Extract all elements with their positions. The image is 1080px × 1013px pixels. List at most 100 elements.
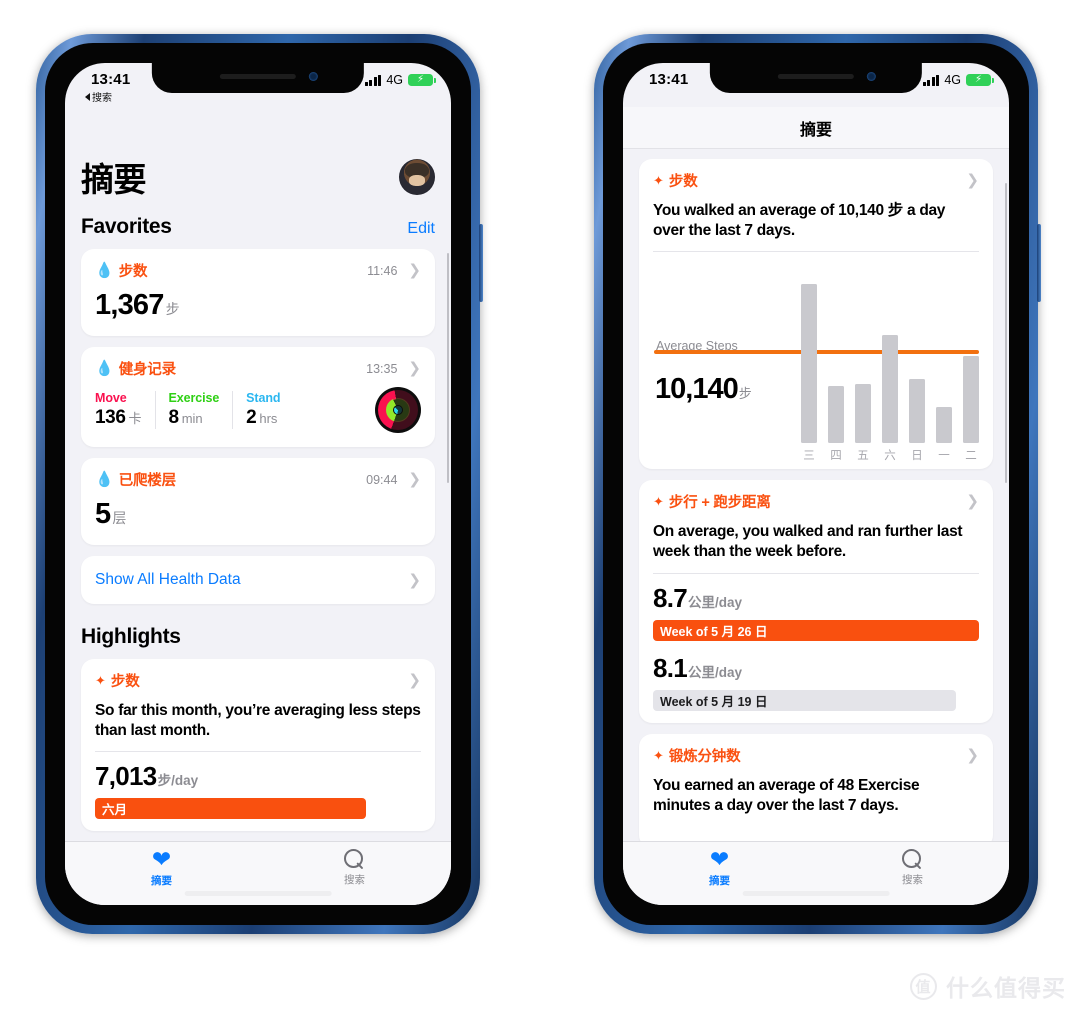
card-unit: 步 <box>165 301 180 317</box>
card-title: 锻炼分钟数 <box>668 748 741 765</box>
tab-search[interactable]: 搜索 <box>258 842 451 905</box>
distance-bar-label: Week of 5 月 26 日 <box>660 624 768 639</box>
avatar[interactable] <box>399 159 435 195</box>
notch <box>709 63 923 93</box>
metric-value: 136 <box>95 407 126 428</box>
chevron-right-icon: ❯ <box>408 571 421 589</box>
card-unit: 层 <box>112 510 127 526</box>
heart-icon: ❤ <box>151 845 172 872</box>
tab-summary[interactable]: ❤ 摘要 <box>65 842 258 905</box>
highlight-card-exercise-minutes[interactable]: ✦ 锻炼分钟数 ❯ You earned an average of 48 Ex… <box>639 733 993 848</box>
earpiece-speaker <box>777 74 855 79</box>
highlight-text: So far this month, you’re averaging less… <box>95 702 421 740</box>
distance-unit: 公里/day <box>688 664 743 680</box>
card-header: ✦ 步数 ❯ <box>639 159 993 193</box>
power-button[interactable] <box>1037 224 1041 302</box>
left-phone-screen: 13:41 搜索 4G ⚡ 摘要 Favorites Edit 💧 步数 11:… <box>65 63 451 905</box>
card-time: 09:44 <box>366 472 398 487</box>
network-label: 4G <box>944 73 961 87</box>
highlight-text: You earned an average of 48 Exercise min… <box>653 776 920 814</box>
chart-day-label: 五 <box>857 450 869 463</box>
distance-value: 8.1 <box>653 652 688 683</box>
card-value: 1,367 <box>95 289 164 321</box>
sparkle-icon: ✦ <box>653 494 664 510</box>
chart-bar <box>882 335 898 444</box>
chart-day-label: 四 <box>830 450 842 463</box>
edit-button[interactable]: Edit <box>407 220 435 238</box>
chart-bar-fill <box>828 386 844 444</box>
highlight-value-row: 7,013 步/day <box>95 761 421 792</box>
distance-bar-label: Week of 5 月 19 日 <box>660 694 768 709</box>
card-time: 13:35 <box>366 361 398 376</box>
right-scroll-view[interactable]: ✦ 步数 ❯ You walked an average of 10,140 步… <box>623 149 1009 905</box>
metric-value: 8 <box>168 407 180 428</box>
card-header: ✦ 步行 + 跑步距离 ❯ <box>639 480 993 514</box>
tab-label: 摘要 <box>709 874 730 887</box>
chevron-right-icon: ❯ <box>408 262 421 279</box>
page-title: 摘要 <box>81 161 147 198</box>
favorite-card-steps[interactable]: 💧 步数 11:46 ❯ 1,367 步 <box>81 249 435 336</box>
chart-bar <box>963 356 979 444</box>
distance-value-row-2: 8.1 公里/day <box>653 653 979 684</box>
chart-day-label: 六 <box>884 450 896 463</box>
favorite-card-activity[interactable]: 💧 健身记录 13:35 ❯ Move 136 卡 Exercise 8 min… <box>81 347 435 447</box>
card-header: 💧 健身记录 13:35 ❯ <box>81 347 435 381</box>
highlight-text: You walked an average of 10,140 步 a day … <box>653 202 946 240</box>
flame-icon: 💧 <box>95 262 114 279</box>
tab-search[interactable]: 搜索 <box>816 842 1009 905</box>
scrollbar[interactable] <box>446 253 449 483</box>
left-tab-bar: ❤ 摘要 搜索 <box>65 841 451 905</box>
chart-bar-fill <box>801 284 817 444</box>
highlight-body: On average, you walked and ran further l… <box>639 514 993 722</box>
charging-battery-icon: ⚡ <box>408 74 436 86</box>
metric-exercise: Exercise 8 min <box>169 391 234 429</box>
highlights-title: Highlights <box>81 625 181 648</box>
watermark-logo-icon: 值 <box>910 972 937 1000</box>
chart-day-label: 三 <box>803 450 815 463</box>
chart-bar <box>909 379 925 444</box>
left-phone-bezel: 13:41 搜索 4G ⚡ 摘要 Favorites Edit 💧 步数 11:… <box>45 43 471 925</box>
chart-day-label: 日 <box>911 450 923 463</box>
back-to-search-link[interactable]: 搜索 <box>85 89 112 104</box>
back-triangle-icon <box>85 92 90 101</box>
back-label: 搜索 <box>92 93 112 104</box>
favorites-title: Favorites <box>81 215 172 238</box>
highlight-bar-june: 六月 <box>95 798 366 820</box>
metric-unit: min <box>181 411 203 426</box>
highlight-card-steps[interactable]: ✦ 步数 ❯ So far this month, you’re averagi… <box>81 659 435 832</box>
chart-bar-fill <box>909 379 925 444</box>
favorite-card-flights-climbed[interactable]: 💧 已爬楼层 09:44 ❯ 5 层 <box>81 458 435 545</box>
metric-stand: Stand 2 hrs <box>246 391 293 429</box>
chart-bar-fill <box>936 407 952 444</box>
chart-bar <box>828 386 844 444</box>
metric-unit: hrs <box>259 411 278 426</box>
right-phone-screen: 13:41 4G ⚡ 摘要 ✦ 步数 ❯ You walked an avera… <box>623 63 1009 905</box>
screenshot-canvas: 13:41 搜索 4G ⚡ 摘要 Favorites Edit 💧 步数 11:… <box>0 0 1080 1013</box>
volume-button[interactable] <box>479 224 483 302</box>
card-value-row: 5 层 <box>81 492 435 545</box>
distance-value-row-1: 8.7 公里/day <box>653 583 979 614</box>
highlight-card-distance[interactable]: ✦ 步行 + 跑步距离 ❯ On average, you walked and… <box>639 480 993 723</box>
scrollbar[interactable] <box>1004 183 1007 483</box>
show-all-health-data-row[interactable]: Show All Health Data ❯ <box>81 556 435 604</box>
network-label: 4G <box>386 73 403 87</box>
tab-summary[interactable]: ❤ 摘要 <box>623 842 816 905</box>
highlight-body: You earned an average of 48 Exercise min… <box>639 768 993 848</box>
chart-bars <box>801 284 979 444</box>
card-title: 健身记录 <box>118 362 176 378</box>
chart-average-unit: 步 <box>738 386 752 402</box>
sparkle-icon: ✦ <box>653 747 664 763</box>
divider <box>95 751 421 753</box>
highlight-card-steps[interactable]: ✦ 步数 ❯ You walked an average of 10,140 步… <box>639 159 993 470</box>
status-time: 13:41 <box>91 71 131 88</box>
left-scroll-view[interactable]: 摘要 Favorites Edit 💧 步数 11:46 ❯ 1,367 步 💧… <box>65 107 451 905</box>
front-camera-icon <box>866 72 876 81</box>
left-phone-device: 13:41 搜索 4G ⚡ 摘要 Favorites Edit 💧 步数 11:… <box>36 34 483 934</box>
activity-metrics-row: Move 136 卡 Exercise 8 min Stand 2 hrs <box>81 381 435 447</box>
signal-bars-icon <box>922 74 940 86</box>
heart-icon: ❤ <box>709 845 730 872</box>
card-title: 步数 <box>110 674 140 690</box>
right-phone-bezel: 13:41 4G ⚡ 摘要 ✦ 步数 ❯ You walked an avera… <box>603 43 1029 925</box>
chart-bar-fill <box>882 335 898 444</box>
right-tab-bar: ❤ 摘要 搜索 <box>623 841 1009 905</box>
